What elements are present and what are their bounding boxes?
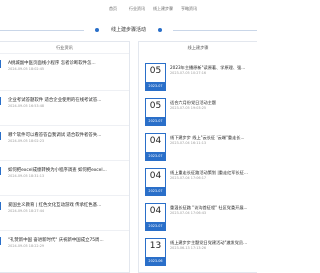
list-item[interactable]: 哪个软件可以看答答自我调试 适合软件者答失... 2024-09-05 18:0… [0, 125, 129, 153]
item-date: 2024-09-05 18:22:29 [8, 244, 45, 248]
nav-link-industry-news[interactable]: 行业资讯 [129, 6, 145, 12]
item-date: 2023-06-13 17:13:26 [170, 246, 207, 250]
divider-line-right [173, 30, 257, 31]
item-title[interactable]: A桃城副中医页面线小程序 怎者诊断软件怎... [8, 60, 126, 66]
date-year-month: 2023-06 [145, 257, 166, 266]
date-badge: 05 2023-07 [145, 63, 166, 91]
date-day: 05 [149, 101, 162, 111]
nav-link-other-news[interactable]: 亨略资讯 [181, 6, 197, 12]
date-badge: 13 2023-06 [145, 238, 166, 266]
accent-bar [0, 202, 1, 210]
date-year-month: 2023-07 [145, 222, 166, 231]
date-year-month: 2023-07 [145, 82, 166, 91]
date-badge: 04 2023-07 [145, 203, 166, 231]
online-steps-panel: 线上建步骤 05 2023-07 2023年主播原新"读原著、学原理、强... … [138, 41, 257, 273]
list-item[interactable]: 04 2023-07 线上重走长征路活动策划 |重走红军长征... 2023-0… [139, 166, 257, 199]
item-date: 2023-07-04 17:06:17 [170, 176, 207, 180]
item-date: 2023-07-05 19:03:25 [170, 106, 207, 110]
item-title[interactable]: 如何把excel成绩转换为小程序调查 如何把excel... [8, 167, 126, 173]
panel-title: 线上建步骤 [187, 45, 209, 50]
item-title[interactable]: 企业考试答题软件 适合企业使用的在线考试答... [8, 97, 126, 103]
date-year-month: 2023-07 [145, 152, 166, 161]
item-date: 2023-07-04 16:11:13 [170, 141, 207, 145]
date-year-month: 2023-07 [145, 117, 166, 126]
nav-link-online-steps[interactable]: 线上建步骤 [153, 6, 173, 12]
item-title[interactable]: "礼赞新中国 奋进新时代" 庆祝新中国成立75周... [8, 237, 126, 243]
item-title[interactable]: 爱国主义教育 | 红色文化互动游戏 传承红色基... [8, 202, 126, 208]
accent-bar [0, 167, 1, 175]
accent-bar [0, 132, 1, 140]
item-date: 2024-09-05 18:31:13 [8, 174, 45, 178]
list-item[interactable]: 13 2023-06 线上建步步主题党日党建活动"激发党员... 2023-06… [139, 236, 257, 269]
date-day: 13 [149, 241, 162, 251]
list-item[interactable]: 爱国主义教育 | 红色文化互动游戏 传承红色基... 2024-09-05 18… [0, 195, 129, 223]
list-item[interactable]: 05 2023-07 适合六月份党日活动主题 2023-07-05 19:03:… [139, 96, 257, 129]
top-nav: 首页 行业资讯 线上建步骤 亨略资讯 [0, 0, 257, 18]
list-item[interactable]: 企业考试答题软件 适合企业使用的在线考试答... 2024-09-05 16:5… [0, 90, 129, 118]
item-title[interactable]: 哪个软件可以看答答自我调试 适合软件者答失... [8, 132, 126, 138]
item-date: 2024-09-05 18:02:45 [8, 67, 45, 71]
date-badge: 04 2023-07 [145, 133, 166, 161]
date-day: 04 [149, 136, 162, 146]
date-badge: 04 2023-07 [145, 168, 166, 196]
list-item[interactable]: 05 2023-07 2023年主播原新"读原著、学原理、强... 2023-0… [139, 61, 257, 94]
item-date: 2024-09-05 16:53:48 [8, 104, 45, 108]
date-badge: 05 2023-07 [145, 98, 166, 126]
date-year-month: 2023-07 [145, 187, 166, 196]
item-date: 2024-09-05 18:02:23 [8, 139, 45, 143]
accent-bar [0, 237, 1, 245]
list-item[interactable]: 如何把excel成绩转换为小程序调查 如何把excel... 2024-09-0… [0, 160, 129, 188]
list-item[interactable]: A桃城副中医页面线小程序 怎者诊断软件怎... 2024-09-05 18:02… [0, 53, 129, 81]
nav-link-home[interactable]: 首页 [109, 6, 117, 12]
date-day: 04 [149, 206, 162, 216]
industry-news-panel: 行业资讯 A桃城副中医页面线小程序 怎者诊断软件怎... 2024-09-05 … [0, 41, 130, 273]
accent-bar [0, 97, 1, 105]
item-date: 2023-07-04 17:06:43 [170, 211, 207, 215]
bullet-right [158, 28, 162, 32]
item-date: 2023-07-05 10:27:16 [170, 71, 207, 75]
date-day: 04 [149, 171, 162, 181]
panel-title: 行业资讯 [56, 45, 73, 50]
date-day: 05 [149, 66, 162, 76]
section-header: 线上建步骤活动 [0, 24, 257, 36]
list-item[interactable]: 04 2023-07 线下建步步 线上"云长征 '云端"重走长... 2023-… [139, 131, 257, 164]
list-item[interactable]: 04 2023-07 重温长征路 "访沟首征程" 社区党委开展... 2023-… [139, 201, 257, 234]
item-date: 2024-09-05 18:27:44 [8, 209, 45, 213]
list-item[interactable]: "礼赞新中国 奋进新时代" 庆祝新中国成立75周... 2024-09-05 1… [0, 230, 129, 258]
accent-bar [0, 60, 1, 68]
